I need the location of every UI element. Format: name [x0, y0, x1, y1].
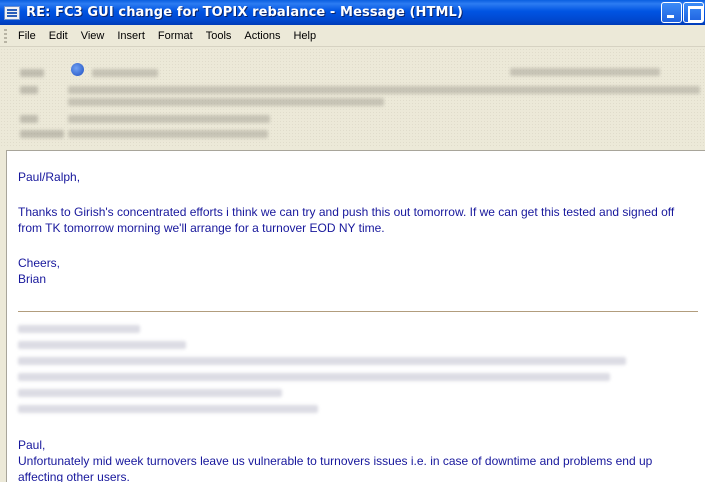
message-header	[0, 48, 705, 148]
menu-bar: File Edit View Insert Format Tools Actio…	[0, 25, 705, 47]
subject-field-redacted	[68, 130, 268, 138]
cc-field-redacted	[68, 115, 270, 123]
cc-label-redacted	[20, 115, 38, 123]
title-bar: RE: FC3 GUI change for TOPIX rebalance -…	[0, 0, 705, 25]
quoted-header-redacted	[18, 373, 610, 381]
minimize-button[interactable]	[661, 2, 682, 23]
menu-tools[interactable]: Tools	[201, 30, 240, 42]
menu-actions[interactable]: Actions	[239, 30, 288, 42]
quoted-header-redacted	[18, 341, 186, 349]
greeting-text: Paul/Ralph,	[18, 170, 81, 184]
quoted-paragraph: Unfortunately mid week turnovers leave u…	[18, 454, 653, 482]
subject-label-redacted	[20, 130, 64, 138]
reply-divider	[18, 311, 698, 312]
sender-status-icon	[71, 63, 84, 76]
to-label-redacted	[20, 86, 38, 94]
from-field-redacted	[92, 69, 158, 77]
from-label-redacted	[20, 69, 44, 77]
maximize-button[interactable]	[683, 2, 704, 23]
quoted-greeting-text: Paul,	[18, 438, 46, 452]
message-window-icon	[4, 5, 20, 20]
signoff-text: Cheers,	[18, 256, 61, 270]
to-field-redacted	[68, 86, 700, 94]
window-title: RE: FC3 GUI change for TOPIX rebalance -…	[26, 5, 463, 20]
quoted-header-redacted	[18, 357, 626, 365]
quoted-header-redacted	[18, 325, 140, 333]
quoted-header-redacted	[18, 405, 318, 413]
message-body[interactable]: Paul/Ralph, Thanks to Girish's concentra…	[6, 150, 705, 482]
menu-insert[interactable]: Insert	[112, 30, 153, 42]
body-paragraph: Thanks to Girish's concentrated efforts …	[18, 205, 675, 235]
to-field-redacted-2	[68, 98, 384, 106]
sent-field-redacted	[510, 68, 660, 76]
menu-file[interactable]: File	[13, 30, 44, 42]
menu-view[interactable]: View	[76, 30, 113, 42]
quoted-header-redacted	[18, 389, 282, 397]
signature-text: Brian	[18, 272, 47, 286]
menu-format[interactable]: Format	[153, 30, 201, 42]
menu-help[interactable]: Help	[288, 30, 324, 42]
menu-grip-icon[interactable]	[4, 28, 7, 43]
menu-edit[interactable]: Edit	[44, 30, 76, 42]
